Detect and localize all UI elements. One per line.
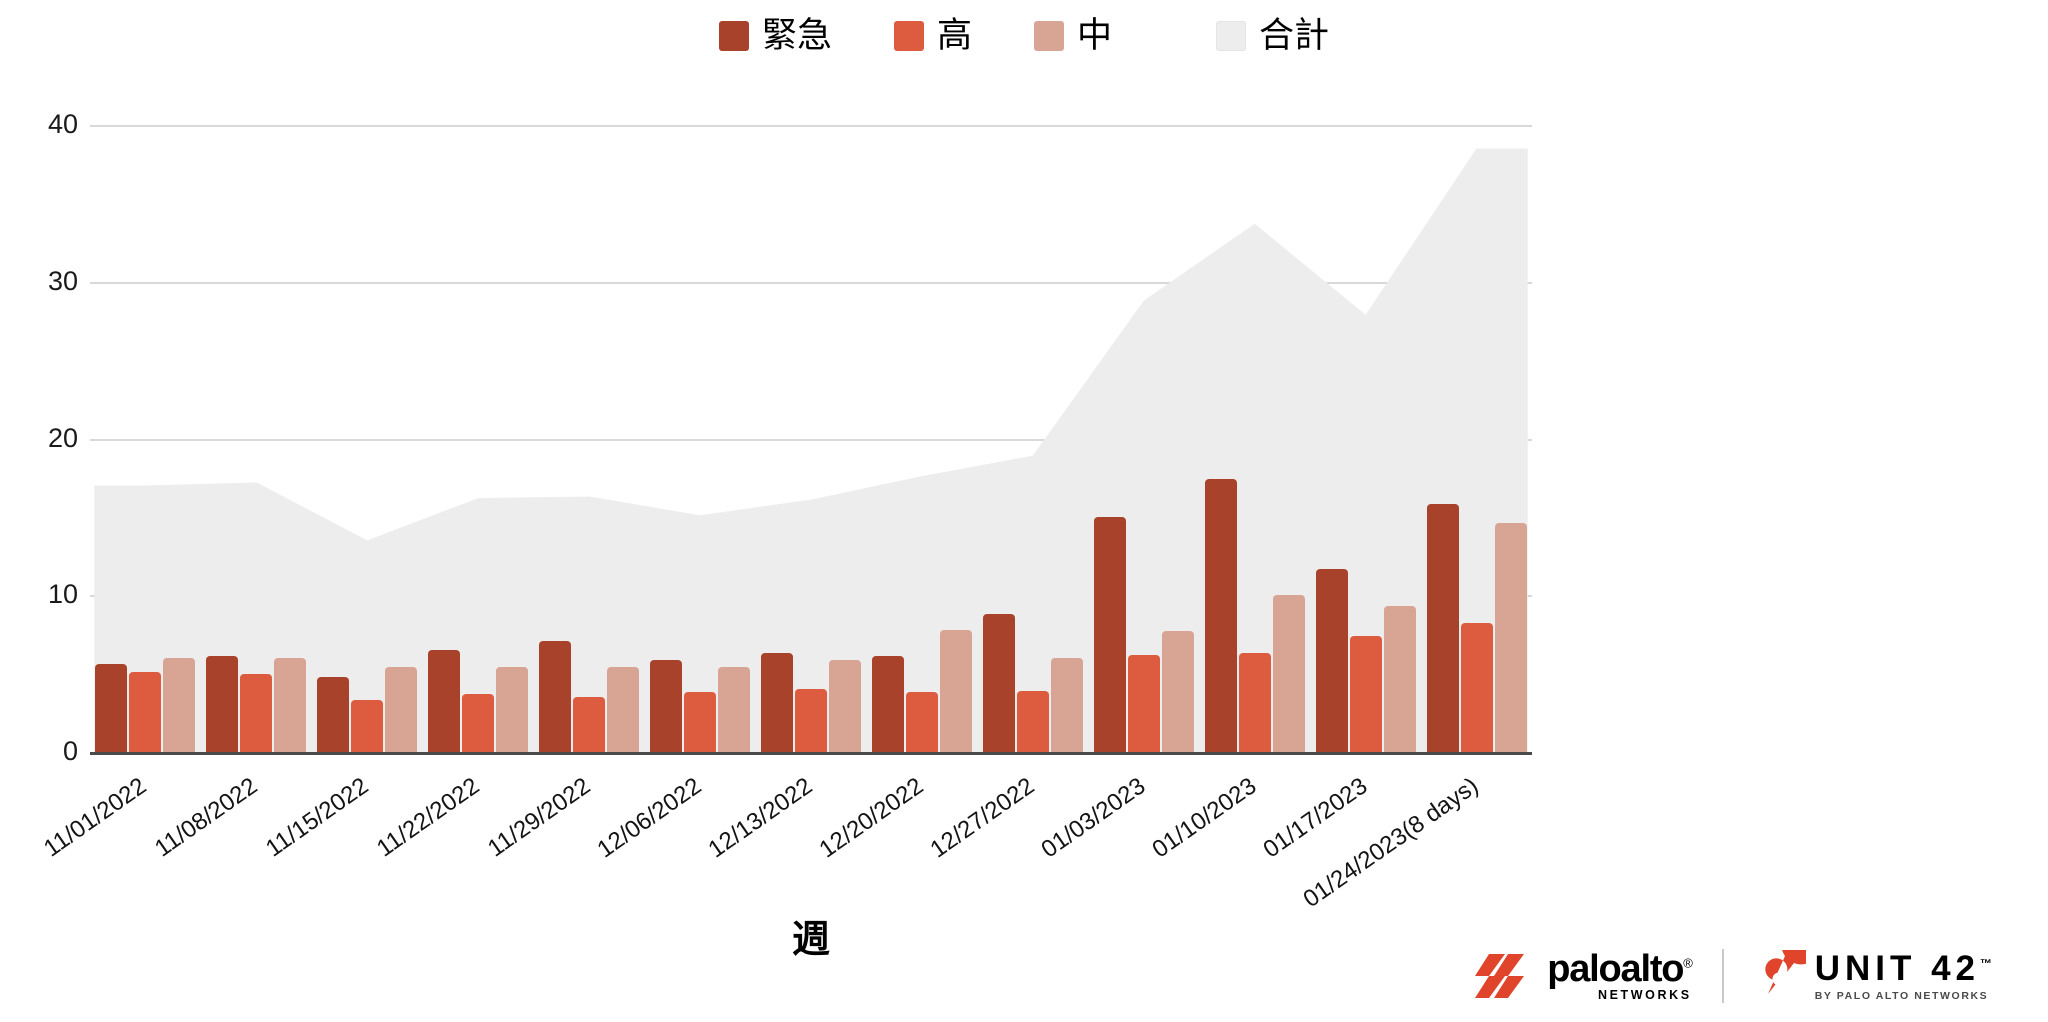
legend-label-total: 合計 [1259, 16, 1330, 55]
legend-item-medium[interactable]: 中 [1034, 18, 1112, 53]
bar-緊急-01/03/2023[interactable] [1093, 516, 1126, 752]
paloalto-subtitle: NETWORKS [1597, 987, 1692, 1002]
bar-高-01/03/2023[interactable] [1127, 654, 1160, 752]
bar-高-12/06/2022[interactable] [684, 692, 717, 752]
bar-中-11/22/2022[interactable] [496, 667, 529, 752]
x-axis-tick-label: 11/22/2022 [372, 772, 485, 863]
bar-高-11/29/2022[interactable] [573, 697, 606, 752]
bar-高-12/13/2022[interactable] [795, 689, 827, 752]
unit42-word: UNIT 42™ [1814, 948, 1992, 988]
bar-中-01/10/2023[interactable] [1272, 595, 1305, 752]
bar-高-11/01/2022[interactable] [129, 672, 162, 752]
bar-緊急-01/24/2023(8 days)[interactable] [1426, 504, 1459, 752]
bar-中-12/06/2022[interactable] [718, 667, 751, 752]
unit42-subtitle: BY PALO ALTO NETWORKS [1814, 989, 1989, 1002]
legend-item-high[interactable]: 高 [893, 16, 972, 55]
paloalto-mark-icon [1475, 954, 1525, 998]
y-axis-tick-label: 40 [47, 109, 78, 139]
footer-logos: paloalto® NETWORKS UNIT 42™ BY PALO ALTO… [1475, 944, 1992, 1008]
x-axis-tick-label: 01/24/2023(8 days) [1297, 772, 1483, 914]
x-axis-baseline [90, 752, 1532, 755]
paloalto-networks-logo: paloalto® NETWORKS [1475, 947, 1693, 1002]
unit42-wordmark: UNIT 42™ BY PALO ALTO NETWORKS [1815, 951, 1992, 1002]
bar-中-11/15/2022[interactable] [385, 667, 418, 752]
paloalto-wordmark: paloalto® NETWORKS [1547, 947, 1693, 1002]
unit42-mark-icon [1765, 950, 1806, 994]
bar-中-01/17/2023[interactable] [1383, 606, 1416, 752]
x-axis-tick-label: 12/06/2022 [592, 772, 707, 864]
chart-page: 緊急 高 中 合計 0 10 20 30 40 11/01/2022 11/08/2022… [0, 0, 2048, 1022]
bar-中-11/08/2022[interactable] [274, 657, 307, 752]
x-axis-title: 週 [791, 919, 830, 961]
x-axis-tick-label: 12/13/2022 [703, 772, 818, 864]
legend-item-critical[interactable]: 緊急 [718, 16, 832, 55]
trademark-icon: ™ [1980, 956, 1992, 971]
x-axis-tick-label: 11/29/2022 [483, 772, 596, 863]
legend-label-critical: 緊急 [761, 16, 832, 55]
legend-item-total[interactable]: 合計 [1216, 18, 1329, 53]
y-axis-tick-label: 20 [47, 422, 78, 453]
x-axis-tick-label: 12/20/2022 [814, 772, 929, 864]
bar-緊急-12/06/2022[interactable] [650, 659, 683, 752]
bar-緊急-11/01/2022[interactable] [95, 664, 128, 752]
x-axis-tick-label: 01/03/2023 [1036, 772, 1151, 864]
bar-緊急-01/10/2023[interactable] [1204, 479, 1237, 752]
square-swatch-icon [718, 20, 749, 51]
bar-緊急-12/27/2022[interactable] [982, 614, 1015, 752]
y-axis-tick-label: 10 [47, 579, 78, 610]
unit42-logo: UNIT 42™ BY PALO ALTO NETWORKS [1754, 950, 1992, 1002]
chart-legend: 緊急 高 中 合計 [0, 18, 2048, 53]
paloalto-word: paloalto® [1547, 947, 1693, 990]
bar-中-12/13/2022[interactable] [829, 659, 861, 752]
bar-series-container [90, 125, 1532, 752]
bar-高-12/27/2022[interactable] [1016, 690, 1049, 752]
bar-緊急-12/20/2022[interactable] [871, 656, 904, 752]
x-axis-tick-label: 12/27/2022 [925, 772, 1040, 864]
registered-mark-icon: ® [1683, 955, 1693, 971]
bar-中-01/03/2023[interactable] [1161, 631, 1194, 752]
x-axis-tick-label: 11/01/2022 [39, 772, 152, 863]
plot-area [90, 125, 1532, 755]
bar-緊急-12/13/2022[interactable] [761, 653, 793, 752]
logo-divider [1721, 949, 1724, 1003]
bar-高-12/20/2022[interactable] [905, 692, 938, 752]
legend-label-medium: 中 [1077, 16, 1113, 55]
bar-中-01/24/2023(8 days)[interactable] [1494, 523, 1527, 752]
x-axis-tick-label: 01/10/2023 [1147, 772, 1262, 864]
bar-中-12/27/2022[interactable] [1050, 657, 1083, 752]
bar-緊急-01/17/2023[interactable] [1315, 568, 1348, 752]
legend-label-high: 高 [936, 16, 972, 55]
bar-高-11/22/2022[interactable] [462, 694, 495, 752]
square-swatch-icon [1216, 20, 1247, 51]
x-axis-tick-label: 11/15/2022 [261, 772, 374, 863]
bar-高-11/15/2022[interactable] [351, 700, 384, 752]
bar-緊急-11/08/2022[interactable] [206, 656, 239, 752]
bar-緊急-11/29/2022[interactable] [539, 640, 572, 752]
square-swatch-icon [893, 20, 924, 51]
bar-中-11/29/2022[interactable] [607, 667, 640, 752]
square-swatch-icon [1034, 20, 1064, 51]
bar-高-01/24/2023(8 days)[interactable] [1460, 623, 1493, 752]
bar-高-01/10/2023[interactable] [1238, 653, 1271, 752]
bar-中-12/20/2022[interactable] [939, 629, 972, 752]
bar-高-01/17/2023[interactable] [1349, 636, 1382, 752]
bar-緊急-11/15/2022[interactable] [317, 676, 350, 752]
x-axis-tick-label: 11/08/2022 [150, 772, 263, 863]
bar-緊急-11/22/2022[interactable] [428, 650, 461, 752]
x-axis-tick-label: 01/17/2023 [1258, 772, 1372, 864]
bar-中-11/01/2022[interactable] [163, 657, 196, 752]
y-axis-tick-label: 30 [47, 265, 78, 296]
bar-高-11/08/2022[interactable] [240, 673, 273, 752]
y-axis-tick-label: 0 [62, 736, 78, 766]
